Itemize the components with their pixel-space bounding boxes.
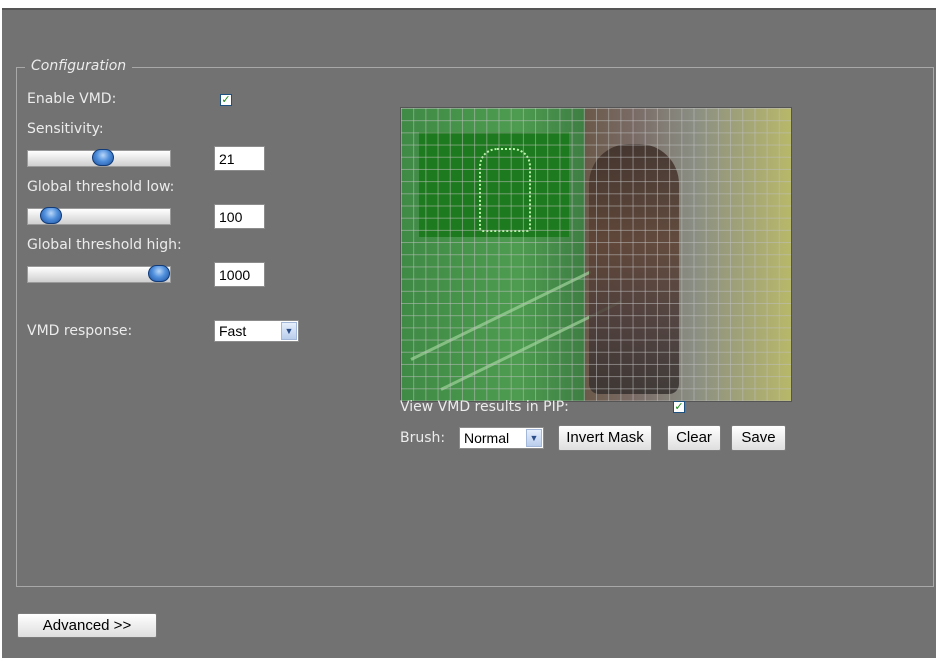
clear-button[interactable]: Clear <box>667 425 721 451</box>
brush-value: Normal <box>464 430 510 446</box>
threshold-low-label: Global threshold low: <box>27 179 175 195</box>
threshold-low-input[interactable]: 100 <box>214 204 265 229</box>
brush-label: Brush: <box>400 430 446 446</box>
pip-label: View VMD results in PIP: <box>400 399 569 415</box>
threshold-high-input[interactable]: 1000 <box>214 262 265 287</box>
vmd-panel: Configuration Enable VMD: ✓ Sensitivity:… <box>2 8 936 658</box>
mask-grid[interactable] <box>401 108 791 401</box>
vmd-response-value: Fast <box>219 323 247 339</box>
chevron-down-icon[interactable]: ▼ <box>526 429 542 447</box>
sensitivity-label: Sensitivity: <box>27 121 104 137</box>
vmd-response-label: VMD response: <box>27 323 133 339</box>
invert-mask-button[interactable]: Invert Mask <box>558 425 652 451</box>
chevron-down-icon[interactable]: ▼ <box>281 322 297 340</box>
vmd-response-select[interactable]: Fast ▼ <box>214 320 299 342</box>
configuration-legend: Configuration <box>25 58 133 74</box>
save-button[interactable]: Save <box>731 425 786 451</box>
threshold-high-label: Global threshold high: <box>27 237 182 253</box>
pip-checkbox[interactable]: ✓ <box>673 401 685 413</box>
check-icon: ✓ <box>674 400 684 413</box>
sensitivity-slider-thumb[interactable] <box>92 149 114 166</box>
video-preview-mask-canvas[interactable] <box>400 107 792 402</box>
brush-select[interactable]: Normal ▼ <box>459 427 544 449</box>
check-icon: ✓ <box>221 93 231 106</box>
threshold-low-slider[interactable] <box>27 207 171 225</box>
threshold-low-slider-thumb[interactable] <box>40 207 62 224</box>
enable-vmd-checkbox[interactable]: ✓ <box>220 94 232 106</box>
sensitivity-slider[interactable] <box>27 149 171 167</box>
advanced-button[interactable]: Advanced >> <box>17 613 157 638</box>
enable-vmd-label: Enable VMD: <box>27 91 117 107</box>
threshold-high-slider[interactable] <box>27 265 171 283</box>
threshold-high-slider-thumb[interactable] <box>148 265 170 282</box>
sensitivity-input[interactable]: 21 <box>214 146 265 171</box>
